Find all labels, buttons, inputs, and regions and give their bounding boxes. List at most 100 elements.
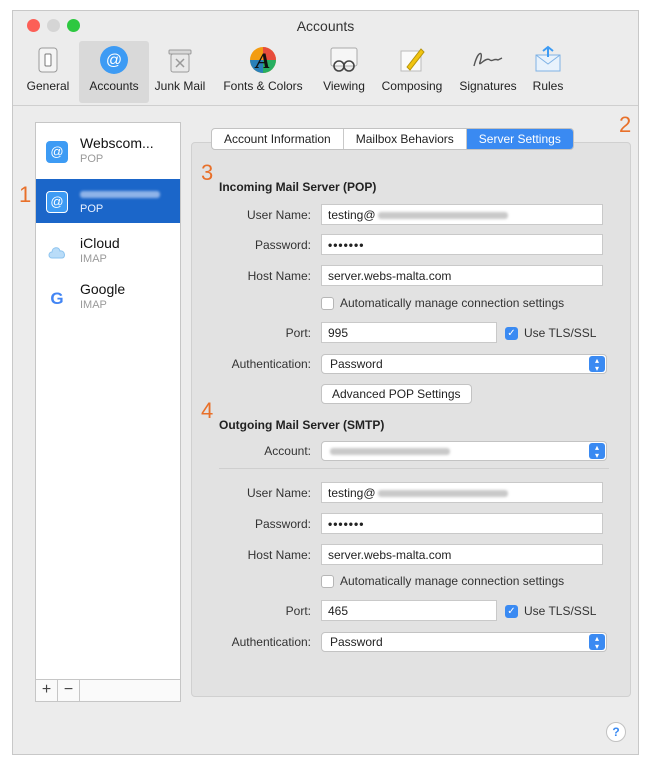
- section-divider: [219, 468, 609, 469]
- viewing-glasses-icon: [315, 41, 373, 79]
- accounts-content: @ Webscom... POP @ POP iCloud IMAP G Goo…: [13, 105, 638, 754]
- toolbar-item-label: Fonts & Colors: [223, 79, 303, 93]
- remove-account-button[interactable]: −: [58, 680, 80, 702]
- toolbar-item-general[interactable]: General: [19, 41, 77, 103]
- incoming-auto-manage-checkbox[interactable]: [321, 296, 334, 310]
- account-tabs: Account Information Mailbox Behaviors Se…: [211, 128, 574, 150]
- toolbar-item-label: Junk Mail: [154, 79, 206, 93]
- toolbar-item-signatures[interactable]: Signatures: [453, 41, 523, 103]
- account-type: IMAP: [80, 299, 107, 311]
- account-type: POP: [80, 203, 104, 215]
- toolbar-item-label: Accounts: [89, 79, 139, 93]
- toolbar-item-accounts[interactable]: @ Accounts: [79, 41, 149, 103]
- svg-text:A: A: [254, 48, 271, 73]
- general-switch-icon: [19, 41, 77, 79]
- incoming-user-value: testing@: [328, 208, 376, 222]
- svg-text:@: @: [50, 194, 63, 209]
- fonts-colors-icon: A: [213, 41, 313, 79]
- toolbar-item-viewing[interactable]: Viewing: [315, 41, 373, 103]
- toolbar-item-rules[interactable]: Rules: [525, 41, 571, 103]
- outgoing-port-input[interactable]: 465: [321, 600, 497, 621]
- outgoing-auth-label: Authentication:: [231, 635, 311, 649]
- svg-text:G: G: [50, 289, 63, 308]
- tab-account-information[interactable]: Account Information: [212, 129, 344, 149]
- annotation-marker-1: 1: [19, 182, 32, 207]
- outgoing-password-input[interactable]: •••••••: [321, 513, 603, 534]
- outgoing-tls-row[interactable]: ✓ Use TLS/SSL: [505, 604, 596, 618]
- outgoing-auto-manage-label: Automatically manage connection settings: [340, 574, 565, 588]
- outgoing-port-label: Port:: [285, 604, 311, 618]
- tab-server-settings[interactable]: Server Settings: [466, 129, 573, 149]
- help-button[interactable]: ?: [606, 722, 626, 742]
- at-sign-icon: @: [46, 191, 68, 213]
- account-type: IMAP: [80, 253, 107, 265]
- junk-mail-trash-icon: [149, 41, 211, 79]
- outgoing-account-select[interactable]: ▴ ▾: [321, 441, 607, 461]
- incoming-auto-manage-row[interactable]: Automatically manage connection settings: [321, 296, 564, 310]
- account-name-redacted: [80, 185, 160, 201]
- account-name: Google: [80, 281, 126, 297]
- icloud-icon: [46, 241, 68, 263]
- annotation-marker-3: 3: [201, 160, 214, 185]
- incoming-auto-manage-label: Automatically manage connection settings: [340, 296, 565, 310]
- title-bar: Accounts: [13, 11, 638, 45]
- incoming-password-input[interactable]: •••••••: [321, 234, 603, 255]
- chevron-up-down-icon: ▴ ▾: [589, 634, 605, 651]
- at-sign-icon: @: [46, 141, 68, 163]
- rules-envelope-icon: [525, 41, 571, 79]
- outgoing-host-label: Host Name:: [247, 548, 311, 562]
- incoming-host-input[interactable]: server.webs-malta.com: [321, 265, 603, 286]
- incoming-server-title: Incoming Mail Server (POP): [219, 180, 377, 194]
- outgoing-tls-label: Use TLS/SSL: [524, 604, 597, 618]
- outgoing-user-input[interactable]: testing@: [321, 482, 603, 503]
- incoming-auth-select[interactable]: Password ▴ ▾: [321, 354, 607, 374]
- toolbar-item-label: Viewing: [323, 79, 365, 93]
- account-item-webscom[interactable]: @ Webscom... POP: [36, 129, 180, 173]
- accounts-preferences-window: Accounts General @ Accounts Junk Mail A …: [12, 10, 639, 755]
- chevron-up-down-icon: ▴ ▾: [589, 443, 605, 460]
- incoming-host-label: Host Name:: [247, 269, 311, 283]
- redacted-account: [330, 448, 450, 456]
- signature-icon: [453, 41, 523, 79]
- annotation-marker-4: 4: [201, 398, 214, 423]
- outgoing-auth-select[interactable]: Password ▴ ▾: [321, 632, 607, 652]
- incoming-port-label: Port:: [285, 326, 311, 340]
- incoming-auth-label: Authentication:: [231, 357, 311, 371]
- toolbar-item-label: General: [26, 79, 70, 93]
- outgoing-auto-manage-row[interactable]: Automatically manage connection settings: [321, 574, 564, 588]
- account-name: iCloud: [80, 235, 120, 251]
- redacted-domain: [377, 212, 508, 220]
- advanced-pop-settings-button[interactable]: Advanced POP Settings: [321, 384, 472, 404]
- incoming-auth-value: Password: [330, 357, 383, 371]
- incoming-tls-row[interactable]: ✓ Use TLS/SSL: [505, 326, 596, 340]
- svg-text:@: @: [50, 144, 63, 159]
- annotation-marker-2: 2: [619, 112, 632, 137]
- incoming-tls-label: Use TLS/SSL: [524, 326, 597, 340]
- incoming-tls-checkbox[interactable]: ✓: [505, 326, 518, 340]
- chevron-up-down-icon: ▴ ▾: [589, 356, 605, 373]
- outgoing-tls-checkbox[interactable]: ✓: [505, 604, 518, 618]
- outgoing-account-label: Account:: [264, 444, 311, 458]
- outgoing-host-input[interactable]: server.webs-malta.com: [321, 544, 603, 565]
- incoming-password-label: Password:: [254, 238, 311, 252]
- redacted-domain: [377, 490, 508, 498]
- toolbar-item-composing[interactable]: Composing: [373, 41, 451, 103]
- incoming-port-input[interactable]: 995: [321, 322, 497, 343]
- tab-mailbox-behaviors[interactable]: Mailbox Behaviors: [344, 129, 467, 149]
- incoming-user-input[interactable]: testing@: [321, 204, 603, 225]
- add-account-button[interactable]: +: [36, 680, 58, 702]
- incoming-user-label: User Name:: [246, 208, 311, 222]
- toolbar-item-label: Rules: [532, 79, 564, 93]
- window-title: Accounts: [296, 18, 355, 34]
- outgoing-password-label: Password:: [254, 517, 311, 531]
- outgoing-auto-manage-checkbox[interactable]: [321, 574, 334, 588]
- composing-pencil-icon: [373, 41, 451, 79]
- outgoing-auth-value: Password: [330, 635, 383, 649]
- at-sign-icon: @: [79, 41, 149, 79]
- toolbar-item-junk-mail[interactable]: Junk Mail: [149, 41, 211, 103]
- toolbar-item-label: Signatures: [459, 79, 517, 93]
- outgoing-user-label: User Name:: [246, 486, 311, 500]
- preferences-toolbar: General @ Accounts Junk Mail A Fonts & C…: [13, 41, 638, 103]
- toolbar-item-fonts-colors[interactable]: A Fonts & Colors: [213, 41, 313, 103]
- accounts-list-controls: + −: [36, 679, 180, 702]
